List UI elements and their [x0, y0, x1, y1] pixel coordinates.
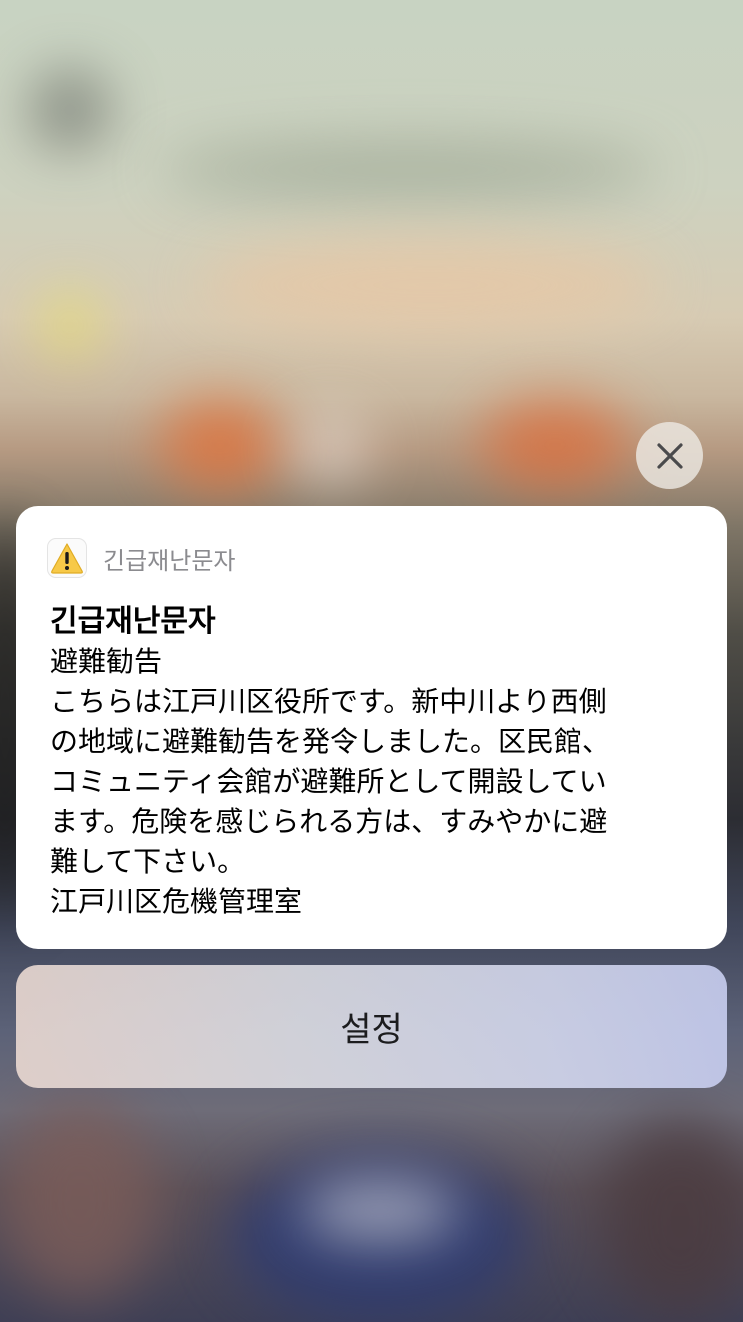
background-blob — [160, 140, 660, 200]
background-blob — [30, 70, 110, 150]
app-icon — [47, 538, 87, 578]
settings-button[interactable]: 설정 — [16, 965, 727, 1088]
background-blob — [160, 400, 280, 490]
notification-card[interactable]: 긴급재난문자 긴급재난문자 避難勧告 こちらは江戸川区役所です。新中川より西側 … — [16, 506, 727, 949]
settings-button-label: 설정 — [340, 1010, 403, 1050]
background-blob — [480, 400, 630, 490]
background-blob — [40, 295, 100, 355]
close-button[interactable] — [636, 422, 703, 489]
background-blob — [600, 1120, 743, 1320]
background-blob — [0, 1100, 160, 1300]
notification-title: 긴급재난문자 — [50, 604, 216, 639]
background-blob — [200, 240, 660, 330]
close-icon — [656, 442, 683, 469]
background-blob — [300, 1180, 460, 1240]
notification-header: 긴급재난문자 — [47, 538, 693, 578]
notification-signature: 江戸川区危機管理室 — [50, 885, 303, 918]
notification-body: こちらは江戸川区役所です。新中川より西側 の地域に避難勧告を発令しました。区民館… — [50, 685, 611, 878]
app-name: 긴급재난문자 — [103, 546, 236, 575]
warning-triangle-icon — [51, 543, 83, 574]
notification-subtitle: 避難勧告 — [50, 645, 163, 678]
background-blob — [290, 415, 370, 485]
